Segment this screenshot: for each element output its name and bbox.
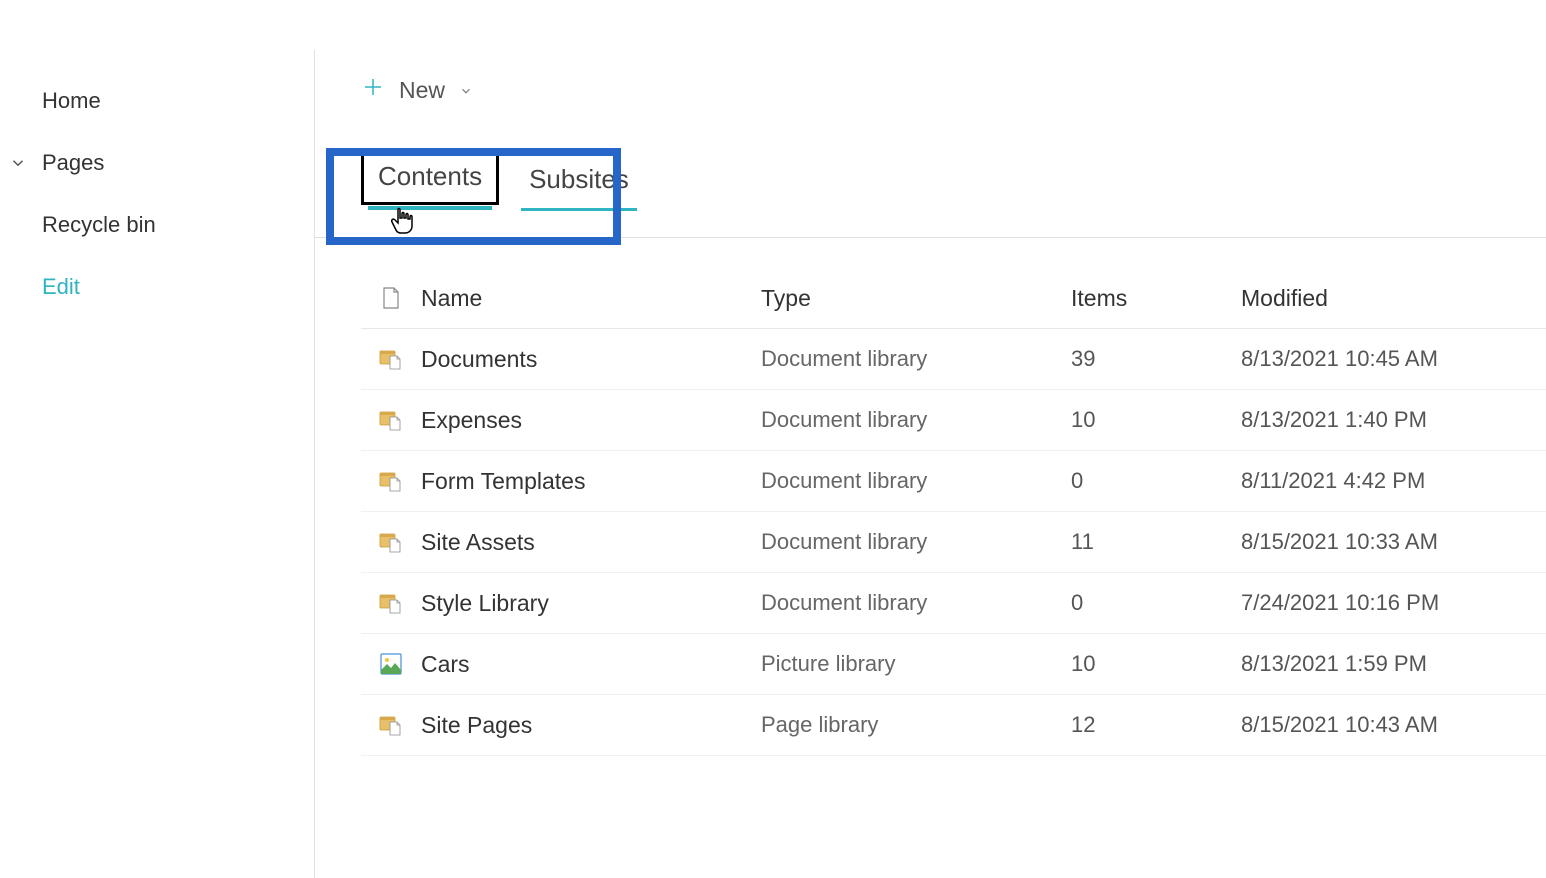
document-library-icon [361,470,421,492]
table-row[interactable]: DocumentsDocument library398/13/2021 10:… [361,329,1546,390]
cell-type: Document library [761,529,1071,555]
cell-type: Document library [761,590,1071,616]
chevron-down-icon [459,77,473,104]
cell-name[interactable]: Style Library [421,590,761,617]
content-table: Name Type Items Modified DocumentsDocume… [315,238,1546,756]
edit-label: Edit [42,274,80,300]
cell-type: Page library [761,712,1071,738]
document-library-icon [361,531,421,553]
cell-items: 12 [1071,712,1241,738]
table-row[interactable]: Site AssetsDocument library118/15/2021 1… [361,512,1546,573]
cell-name[interactable]: Form Templates [421,468,761,495]
tab-subsites[interactable]: Subsites [521,152,637,201]
sidebar-edit-link[interactable]: Edit [0,256,314,318]
sidebar-item-label: Pages [42,150,104,176]
main-content: New Contents Subsites [315,50,1546,878]
document-library-icon [361,348,421,370]
new-button[interactable]: New [361,75,473,105]
cell-name[interactable]: Site Assets [421,529,761,556]
cell-items: 10 [1071,651,1241,677]
sidebar-item-recycle-bin[interactable]: Recycle bin [0,194,314,256]
tab-label: Subsites [529,164,629,194]
cell-type: Document library [761,346,1071,372]
document-library-icon [361,714,421,736]
cell-items: 0 [1071,590,1241,616]
column-header-name[interactable]: Name [421,285,761,312]
table-row[interactable]: Style LibraryDocument library07/24/2021 … [361,573,1546,634]
table-row[interactable]: CarsPicture library108/13/2021 1:59 PM [361,634,1546,695]
cell-modified: 8/13/2021 1:59 PM [1241,651,1546,677]
cell-modified: 8/15/2021 10:33 AM [1241,529,1546,555]
cell-modified: 8/15/2021 10:43 AM [1241,712,1546,738]
tab-label: Contents [378,161,482,191]
table-row[interactable]: Site PagesPage library128/15/2021 10:43 … [361,695,1546,756]
cell-modified: 8/11/2021 4:42 PM [1241,468,1546,494]
cell-name[interactable]: Documents [421,346,761,373]
cell-items: 10 [1071,407,1241,433]
cell-items: 39 [1071,346,1241,372]
toolbar: New [315,50,1546,130]
cell-type: Document library [761,468,1071,494]
cell-modified: 8/13/2021 1:40 PM [1241,407,1546,433]
new-button-label: New [399,77,445,104]
sidebar-item-label: Home [42,88,101,114]
document-library-icon [361,409,421,431]
cell-items: 11 [1071,529,1241,555]
table-header-row: Name Type Items Modified [361,268,1546,329]
sidebar: Home Pages Recycle bin Edit [0,50,315,878]
cell-items: 0 [1071,468,1241,494]
file-icon [361,286,421,310]
cell-modified: 7/24/2021 10:16 PM [1241,590,1546,616]
cell-name[interactable]: Site Pages [421,712,761,739]
tab-contents[interactable]: Contents [361,148,499,205]
cell-type: Picture library [761,651,1071,677]
column-header-items[interactable]: Items [1071,285,1241,312]
table-row[interactable]: ExpensesDocument library108/13/2021 1:40… [361,390,1546,451]
column-header-type[interactable]: Type [761,285,1071,312]
chevron-down-icon[interactable] [6,151,30,175]
table-row[interactable]: Form TemplatesDocument library08/11/2021… [361,451,1546,512]
tabs: Contents Subsites [315,130,1546,238]
cell-name[interactable]: Expenses [421,407,761,434]
sidebar-item-label: Recycle bin [42,212,156,238]
picture-library-icon [361,653,421,675]
cell-modified: 8/13/2021 10:45 AM [1241,346,1546,372]
plus-icon [361,75,385,105]
document-library-icon [361,592,421,614]
cell-type: Document library [761,407,1071,433]
sidebar-item-home[interactable]: Home [0,70,314,132]
column-header-modified[interactable]: Modified [1241,285,1546,312]
cell-name[interactable]: Cars [421,651,761,678]
sidebar-item-pages[interactable]: Pages [0,132,314,194]
